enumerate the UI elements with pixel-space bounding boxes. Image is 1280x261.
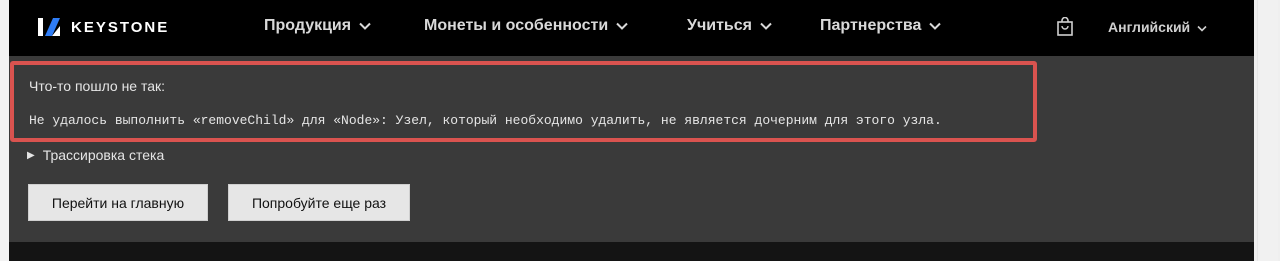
keystone-logo-icon <box>38 18 60 36</box>
nav-item-coins-features[interactable]: Монеты и особенности <box>424 17 628 35</box>
nav-item-products[interactable]: Продукция <box>264 17 371 35</box>
language-label: Английский <box>1108 19 1191 35</box>
error-panel: Что-то пошло не так: Не удалось выполнит… <box>9 56 1254 242</box>
error-highlight-box <box>10 61 1037 142</box>
chevron-down-icon <box>359 17 371 35</box>
chevron-down-icon <box>1197 19 1207 35</box>
brand-logo[interactable]: KEYSTONE <box>38 16 169 38</box>
top-navigation: KEYSTONE Продукция Монеты и особенности … <box>9 0 1254 56</box>
shopping-bag-icon[interactable] <box>1056 16 1074 37</box>
disclosure-triangle-icon: ▶ <box>27 149 35 161</box>
nav-item-label: Продукция <box>264 17 352 34</box>
chevron-down-icon <box>616 17 628 35</box>
error-title: Что-то пошло не так: <box>29 78 166 94</box>
nav-item-learn[interactable]: Учиться <box>687 17 772 35</box>
nav-item-label: Учиться <box>687 17 752 34</box>
nav-item-label: Партнерства <box>820 17 922 34</box>
brand-name: KEYSTONE <box>71 18 170 36</box>
stack-trace-toggle[interactable]: ▶ Трассировка стека <box>27 147 164 163</box>
error-message: Не удалось выполнить «removeChild» для «… <box>29 113 942 128</box>
go-home-button[interactable]: Перейти на главную <box>28 184 208 221</box>
browser-viewport: KEYSTONE Продукция Монеты и особенности … <box>0 0 1280 261</box>
language-selector[interactable]: Английский <box>1108 19 1207 35</box>
app: KEYSTONE Продукция Монеты и особенности … <box>9 0 1254 261</box>
retry-button[interactable]: Попробуйте еще раз <box>228 184 410 221</box>
chevron-down-icon <box>760 17 772 35</box>
window-edge <box>0 0 9 261</box>
nav-item-partnerships[interactable]: Партнерства <box>820 17 942 35</box>
nav-item-label: Монеты и особенности <box>424 17 609 34</box>
scrollbar-thumb[interactable] <box>1257 0 1278 261</box>
page-background <box>9 242 1254 261</box>
stack-trace-label: Трассировка стека <box>42 147 165 163</box>
chevron-down-icon <box>929 17 942 35</box>
